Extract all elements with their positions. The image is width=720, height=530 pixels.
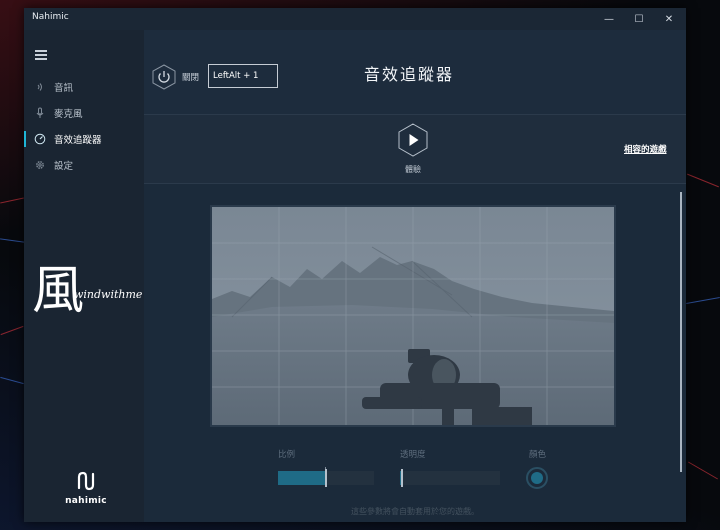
main-content: 關閉 音效追蹤器 體驗 相容的遊戲: [144, 30, 686, 522]
active-indicator: [24, 131, 26, 147]
sidebar: 音訊 麥克風 音效追蹤器 設定 風 windwithme nahimic: [24, 30, 144, 522]
hamburger-menu-icon[interactable]: [35, 50, 47, 60]
tracker-preview-image: [210, 205, 616, 427]
scale-slider-fill: [278, 471, 326, 485]
svg-text:windwithme: windwithme: [74, 288, 143, 301]
sidebar-item-audio[interactable]: 音訊: [24, 76, 144, 98]
opacity-slider[interactable]: [400, 469, 500, 487]
microphone-icon: [36, 107, 44, 118]
sound-waves-icon: [37, 83, 42, 91]
sidebar-item-label: 音效追蹤器: [54, 135, 102, 146]
scale-slider[interactable]: [278, 467, 374, 487]
play-preview-button[interactable]: [398, 123, 428, 157]
page-title: 音效追蹤器: [364, 65, 455, 84]
minimize-button[interactable]: —: [594, 8, 624, 30]
compatible-games-link[interactable]: 相容的遊戲: [624, 143, 667, 155]
opacity-label: 透明度: [400, 450, 426, 460]
sidebar-item-sound-tracker[interactable]: 音效追蹤器: [24, 128, 144, 150]
color-label: 顏色: [529, 450, 547, 460]
scale-slider-thumb[interactable]: [325, 469, 327, 487]
header-bar: 關閉 音效追蹤器: [144, 30, 686, 115]
nahimic-logo-icon: [77, 471, 95, 491]
logo-text: nahimic: [65, 496, 107, 506]
close-button[interactable]: ✕: [654, 8, 684, 30]
play-label: 體驗: [405, 165, 421, 174]
scale-label: 比例: [278, 450, 296, 460]
scrollbar[interactable]: [680, 192, 682, 472]
app-window: Nahimic — ☐ ✕ 音訊 麥克風 音效追蹤器 設定 風 windwith…: [24, 8, 686, 522]
gear-icon: [36, 161, 44, 169]
game-scene-illustration: [212, 207, 614, 425]
sidebar-item-microphone[interactable]: 麥克風: [24, 102, 144, 124]
app-title: Nahimic: [32, 12, 69, 22]
watermark-image: 風 windwithme: [32, 261, 143, 321]
opacity-slider-thumb[interactable]: [401, 469, 403, 487]
sound-tracker-icon: [34, 133, 46, 145]
sidebar-item-settings[interactable]: 設定: [24, 154, 144, 176]
hotkey-field[interactable]: [208, 64, 278, 88]
power-status-label: 關閉: [182, 73, 200, 83]
maximize-button[interactable]: ☐: [624, 8, 654, 30]
title-bar: Nahimic — ☐ ✕: [24, 8, 686, 30]
sidebar-item-label: 設定: [54, 161, 74, 172]
toolbar: 體驗 相容的遊戲: [144, 115, 686, 184]
color-picker-button[interactable]: [526, 467, 548, 489]
nahimic-logo: nahimic: [58, 470, 114, 510]
footnote-text: 這些參數將會自動套用於您的遊戲。: [351, 507, 479, 516]
color-swatch: [531, 472, 543, 484]
scale-slider-tick: [325, 467, 326, 469]
power-toggle-icon[interactable]: [152, 64, 176, 90]
sidebar-item-label: 麥克風: [54, 109, 83, 120]
sidebar-item-label: 音訊: [54, 83, 74, 94]
